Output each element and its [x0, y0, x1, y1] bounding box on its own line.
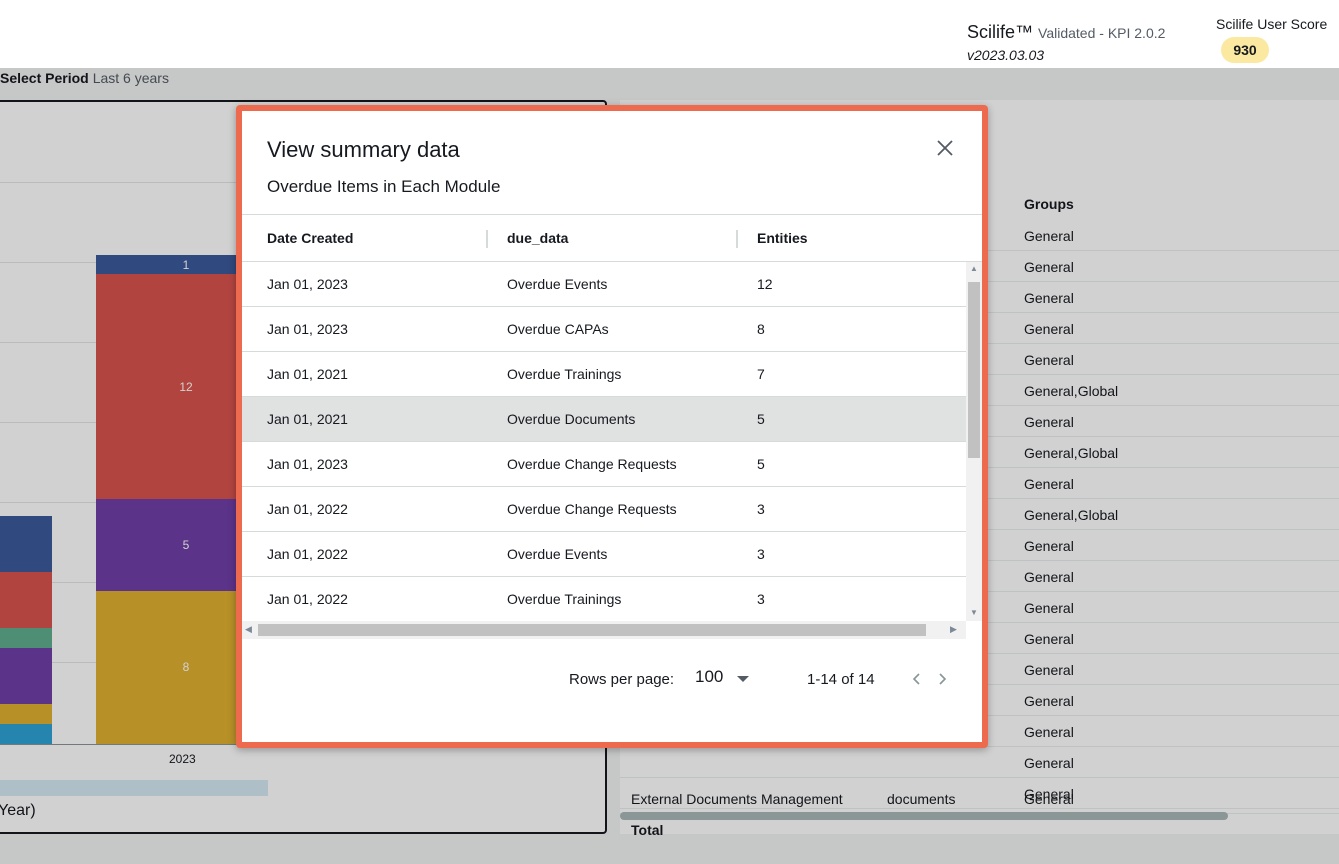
dialog-subtitle: Overdue Items in Each Module [267, 177, 501, 196]
cell-date-created: Jan 01, 2022 [267, 501, 348, 517]
rows-per-page-value: 100 [695, 667, 724, 686]
data-grid-body: Jan 01, 2023 Overdue Events 12 Jan 01, 2023… [242, 262, 966, 621]
table-row[interactable]: Jan 01, 2021 Overdue Documents 5 [242, 397, 966, 442]
cell-date-created: Jan 01, 2021 [267, 411, 348, 427]
table-row[interactable]: Jan 01, 2023 Overdue CAPAs 8 [242, 307, 966, 352]
table-row[interactable]: Jan 01, 2022 Overdue Events 3 [242, 532, 966, 577]
scroll-up-icon[interactable]: ▲ [970, 264, 978, 273]
cell-entities: 3 [757, 501, 765, 517]
data-grid-header: Date Created due_data Entities [242, 215, 982, 262]
next-page-button[interactable] [934, 669, 950, 689]
brand-subtitle: Validated - KPI 2.0.2 [1038, 25, 1166, 41]
cell-date-created: Jan 01, 2022 [267, 591, 348, 607]
cell-due-data: Overdue Change Requests [507, 501, 677, 517]
table-row[interactable]: Jan 01, 2023 Overdue Change Requests 5 [242, 442, 966, 487]
column-header-date-created[interactable]: Date Created [267, 230, 353, 246]
cell-entities: 7 [757, 366, 765, 382]
horizontal-scroll-thumb[interactable] [258, 624, 926, 636]
chevron-right-icon [939, 673, 947, 685]
rows-per-page-select[interactable]: 100 [695, 667, 759, 691]
cell-date-created: Jan 01, 2023 [267, 321, 348, 337]
table-row[interactable]: Jan 01, 2022 Overdue Trainings 3 [242, 577, 966, 621]
scroll-down-icon[interactable]: ▼ [970, 608, 978, 617]
user-score-badge: 930 [1221, 37, 1269, 63]
cell-date-created: Jan 01, 2021 [267, 366, 348, 382]
vertical-scroll-thumb[interactable] [968, 282, 980, 458]
summary-data-dialog: View summary data Overdue Items in Each … [236, 105, 988, 748]
dialog-title: View summary data [267, 137, 460, 162]
cell-due-data: Overdue CAPAs [507, 321, 609, 337]
table-row[interactable]: Jan 01, 2023 Overdue Events 12 [242, 262, 966, 307]
column-resize-handle[interactable] [736, 230, 738, 248]
chevron-down-icon [737, 676, 749, 682]
chevron-left-icon [912, 673, 920, 685]
cell-date-created: Jan 01, 2023 [267, 276, 348, 292]
cell-due-data: Overdue Trainings [507, 591, 622, 607]
close-icon [937, 140, 953, 156]
app-version: v2023.03.03 [967, 47, 1045, 63]
brand-title: Scilife™ Validated - KPI 2.0.2 [967, 22, 1165, 43]
pagination-footer: Rows per page: 100 1-14 of 14 [242, 639, 982, 709]
cell-entities: 3 [757, 591, 765, 607]
dialog-content: View summary data Overdue Items in Each … [242, 111, 982, 742]
cell-date-created: Jan 01, 2023 [267, 456, 348, 472]
table-row[interactable]: Jan 01, 2021 Overdue Trainings 7 [242, 352, 966, 397]
cell-entities: 5 [757, 411, 765, 427]
cell-entities: 12 [757, 276, 773, 292]
cell-due-data: Overdue Events [507, 276, 608, 292]
vertical-scrollbar[interactable]: ▲ ▼ [966, 262, 982, 621]
cell-date-created: Jan 01, 2022 [267, 546, 348, 562]
cell-entities: 8 [757, 321, 765, 337]
column-resize-handle[interactable] [486, 230, 488, 248]
scroll-right-icon[interactable]: ▶ [950, 624, 957, 635]
column-header-entities[interactable]: Entities [757, 230, 808, 246]
cell-entities: 5 [757, 456, 765, 472]
top-bar: Scilife™ Validated - KPI 2.0.2 v2023.03.… [0, 0, 1339, 68]
brand-name: Scilife™ [967, 22, 1034, 42]
horizontal-scrollbar[interactable]: ◀ ▶ [242, 621, 966, 639]
scroll-left-icon[interactable]: ◀ [245, 624, 252, 635]
previous-page-button[interactable] [909, 669, 925, 689]
cell-entities: 3 [757, 546, 765, 562]
pagination-range: 1-14 of 14 [807, 671, 875, 688]
column-header-due-data[interactable]: due_data [507, 230, 568, 246]
table-row[interactable]: Jan 01, 2022 Overdue Change Requests 3 [242, 487, 966, 532]
rows-per-page-label: Rows per page: [569, 671, 675, 688]
close-button[interactable] [933, 136, 957, 160]
cell-due-data: Overdue Trainings [507, 366, 622, 382]
user-score-label: Scilife User Score [1216, 16, 1328, 32]
cell-due-data: Overdue Documents [507, 411, 636, 427]
cell-due-data: Overdue Change Requests [507, 456, 677, 472]
cell-due-data: Overdue Events [507, 546, 608, 562]
